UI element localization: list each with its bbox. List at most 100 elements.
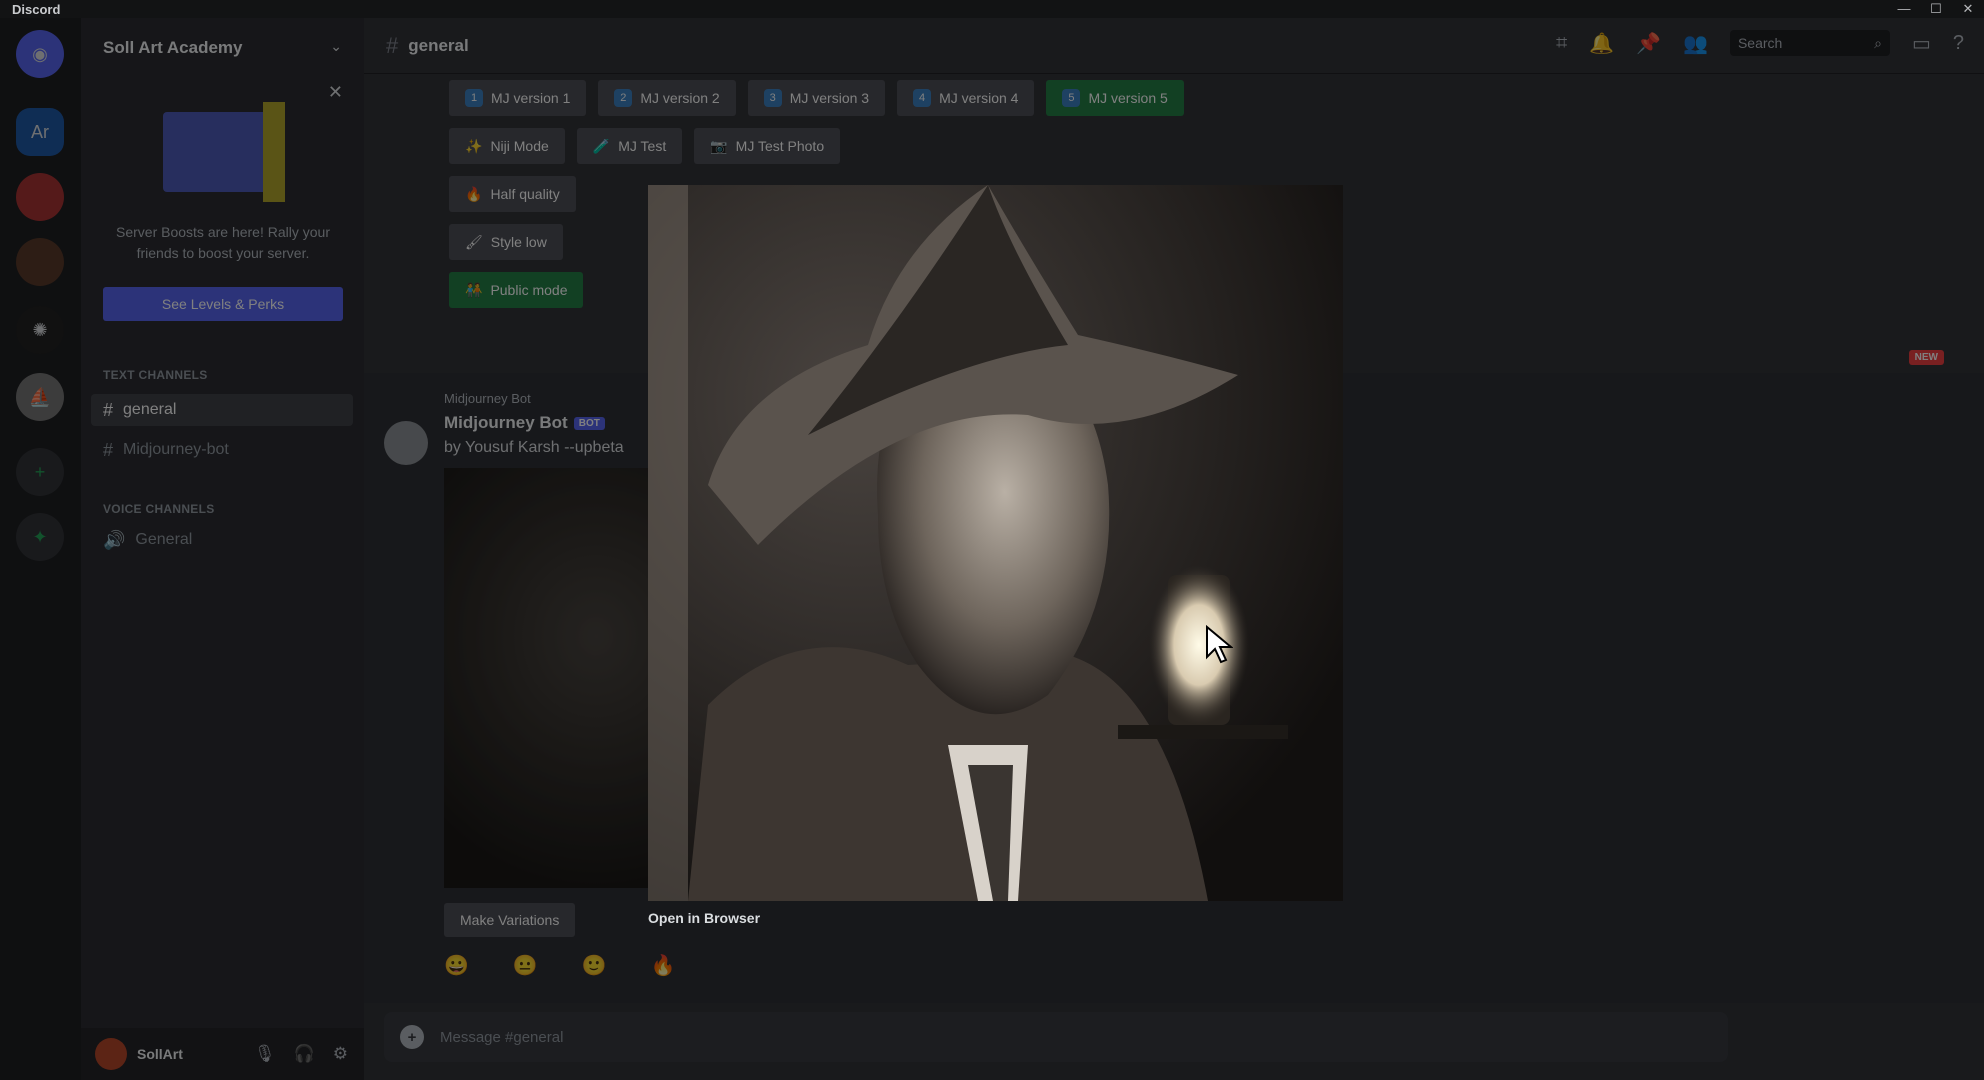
button-label: MJ Test Photo [735,138,825,154]
server-label: Ar [31,121,49,142]
threads-icon[interactable]: ⌗ [1556,32,1567,55]
button-label: Public mode [490,282,568,298]
channel-general[interactable]: # general [91,394,353,426]
app-brand: Discord [12,1,61,17]
new-badge: NEW [1908,350,1944,365]
niji-mode-button[interactable]: ✨ Niji Mode [449,128,565,164]
quality-icon: 🔥 [465,185,483,202]
microphone-icon[interactable]: 🎙 [254,1044,276,1064]
button-label: Style low [490,234,547,250]
style-buttons: 🖌 Style low [449,224,563,260]
privacy-buttons: 🧑‍🤝‍🧑 Public mode [449,272,584,308]
search-icon: ⌕ [1874,35,1882,51]
button-label: Half quality [490,186,560,202]
plus-icon[interactable]: + [400,1025,424,1049]
server-icon[interactable] [16,238,64,286]
number-icon: 3 [763,89,782,107]
reaction-smile[interactable]: 😀 [444,953,469,978]
message-body: by Yousuf Karsh --upbeta [444,439,624,456]
midjourney-icon[interactable]: ⛵ [16,373,64,421]
reaction-slight-smile[interactable]: 🙂 [582,953,607,978]
avatar[interactable] [95,1038,127,1070]
chevron-down-icon[interactable]: ⌄ [330,38,342,55]
channel-sidebar: Soll Art Academy ⌄ ✕ Server Boosts are h… [81,18,364,1080]
test-icon: 🧪 [592,137,611,154]
user-panel: SollArt 🎙 🎧 ⚙ [81,1028,364,1080]
explore-icon[interactable]: ✦ [16,513,64,561]
version-buttons: 1 MJ version 1 2 MJ version 2 3 MJ version … [449,80,1184,116]
server-art-academy[interactable]: Ar [16,108,64,156]
bell-icon[interactable]: 🔔 [1589,31,1614,56]
channel-label: General [135,531,193,548]
boost-illustration [163,112,273,192]
mouse-cursor-icon [1206,625,1233,664]
mj-version-3-button[interactable]: 3 MJ version 3 [747,80,886,116]
boost-text: Server Boosts are here! Rally your frien… [116,224,330,261]
discord-home-icon[interactable]: ◉ [16,30,64,78]
camera-icon: 📷 [710,137,728,154]
inbox-icon[interactable]: ▭ [1912,31,1931,56]
boost-promo: ✕ Server Boosts are here! Rally your fri… [103,82,343,332]
add-server-icon[interactable]: + [16,448,64,496]
number-icon: 4 [913,89,932,107]
half-quality-button[interactable]: 🔥 Half quality [449,176,576,212]
make-variations-button[interactable]: Make Variations [444,903,576,937]
button-label: MJ version 4 [939,90,1019,106]
title-bar: Discord — ☐ ✕ [0,0,1984,18]
number-icon: 2 [614,89,633,107]
close-icon[interactable]: ✕ [328,82,343,103]
mode-buttons: ✨ Niji Mode 🧪 MJ Test 📷 MJ Test Photo [449,128,841,164]
members-icon[interactable]: 👥 [1683,31,1708,56]
channel-midjourney-bot[interactable]: # Midjourney-bot [91,434,353,466]
reaction-neutral[interactable]: 😐 [513,953,538,978]
headphones-icon[interactable]: 🎧 [294,1044,315,1064]
globe-icon: 🧑‍🤝‍🧑 [465,281,483,298]
mj-version-1-button[interactable]: 1 MJ version 1 [449,80,587,116]
mj-version-5-button[interactable]: 5 MJ version 5 [1046,80,1184,116]
bot-badge: BOT [573,417,605,431]
bot-avatar[interactable] [384,421,428,465]
sparkle-icon: ✨ [465,137,483,154]
button-label: MJ Test [618,138,667,154]
channel-title: general [408,35,469,55]
category-text-channels[interactable]: Text Channels [103,368,208,382]
minimize-button[interactable]: — [1888,0,1920,18]
portrait-image [648,185,1343,901]
style-low-button[interactable]: 🖌 Style low [449,224,563,260]
mj-version-4-button[interactable]: 4 MJ version 4 [897,80,1035,116]
channel-voice-general[interactable]: 🔊 General [91,524,353,556]
reply-reference[interactable]: Midjourney Bot [444,391,531,406]
open-in-browser-link[interactable]: Open in Browser [648,910,760,926]
server-name[interactable]: Soll Art Academy [103,38,243,58]
gear-icon[interactable]: ⚙ [333,1044,348,1064]
message-input[interactable]: + Message #general [384,1012,1728,1062]
speaker-icon: 🔊 [103,529,126,550]
input-placeholder: Message #general [440,1028,564,1046]
channel-label: general [123,401,177,418]
mj-test-button[interactable]: 🧪 MJ Test [576,128,683,164]
public-mode-button[interactable]: 🧑‍🤝‍🧑 Public mode [449,272,584,308]
mj-version-2-button[interactable]: 2 MJ version 2 [598,80,736,116]
maximize-button[interactable]: ☐ [1920,0,1952,18]
close-window-button[interactable]: ✕ [1952,0,1984,18]
category-voice-channels[interactable]: Voice Channels [103,502,215,516]
help-icon[interactable]: ? [1953,32,1964,55]
button-label: MJ version 2 [640,90,720,106]
search-input[interactable]: Search ⌕ [1729,30,1890,56]
search-placeholder: Search [1737,35,1783,51]
pin-icon[interactable]: 📌 [1636,31,1661,56]
reaction-fire[interactable]: 🔥 [651,953,676,978]
channel-label: Midjourney-bot [123,441,229,458]
server-icon[interactable] [16,173,64,221]
plus-icon: + [34,461,46,482]
openai-icon[interactable]: ✺ [16,306,64,354]
message-author[interactable]: Midjourney Bot BOT [444,413,605,433]
button-label: MJ version 5 [1088,90,1168,106]
number-icon: 1 [465,89,483,107]
mj-test-photo-button[interactable]: 📷 MJ Test Photo [694,128,841,164]
button-label: MJ version 1 [491,90,571,106]
see-levels-button[interactable]: See Levels & Perks [103,287,343,321]
image-viewer [648,185,1343,901]
button-label: Niji Mode [490,138,549,154]
reactions: 😀 😐 🙂 🔥 [444,953,676,978]
